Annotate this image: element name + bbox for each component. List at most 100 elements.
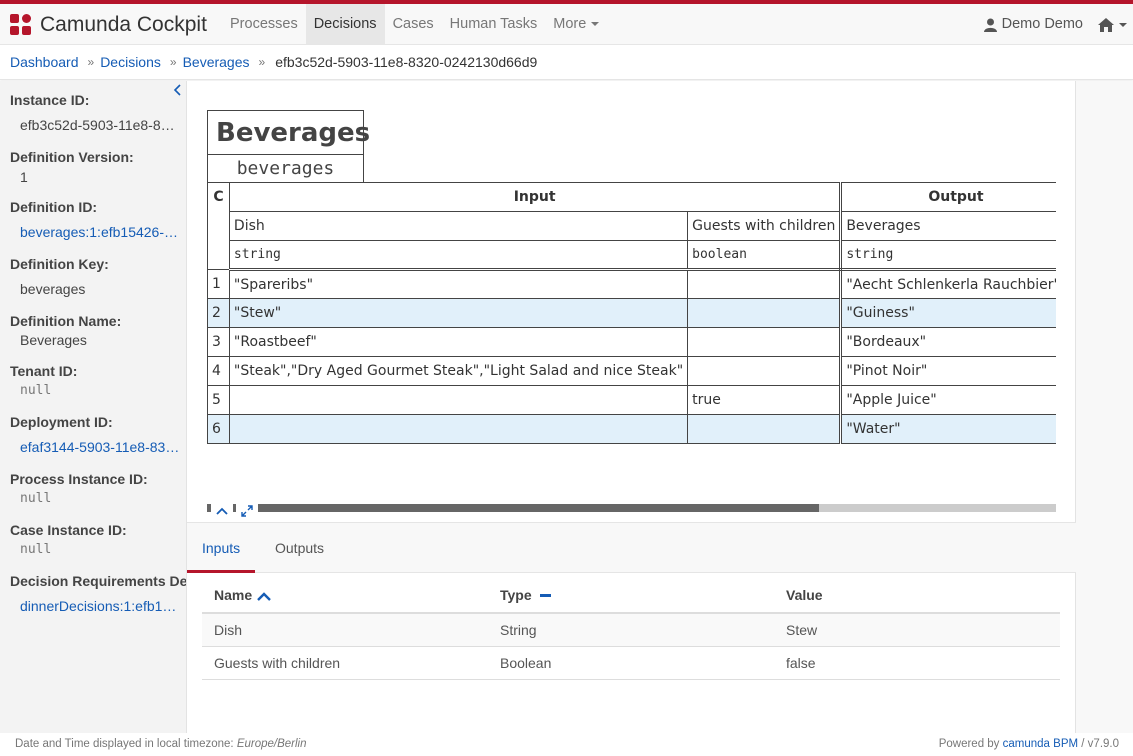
field-label: Definition Name: bbox=[10, 313, 122, 329]
field-value: beverages bbox=[20, 281, 86, 297]
home-menu[interactable] bbox=[1098, 4, 1127, 45]
breadcrumb: Dashboard » Decisions » Beverages » efb3… bbox=[0, 45, 1133, 80]
field-instance-id: Instance ID: efb3c52d-5903-11e8-8320-024… bbox=[10, 92, 182, 133]
field-label: Instance ID: bbox=[10, 92, 90, 108]
expand-icon bbox=[241, 505, 253, 517]
field-process-instance-id: Process Instance ID: null bbox=[10, 471, 182, 506]
camunda-link[interactable]: camunda BPM bbox=[1003, 738, 1078, 750]
column-header-name[interactable]: Name bbox=[202, 577, 488, 614]
rule-row: 1 "Spareribs" "Aecht Schlenkerla Rauchbi… bbox=[207, 269, 1056, 299]
header-label: Type bbox=[500, 586, 532, 603]
tab-outputs[interactable]: Outputs bbox=[260, 523, 339, 573]
input-header: Input bbox=[228, 182, 843, 212]
input-label: Guests with children bbox=[687, 211, 843, 241]
user-name: Demo Demo bbox=[1001, 16, 1083, 32]
fullscreen-button[interactable] bbox=[236, 500, 258, 522]
rule-input bbox=[687, 414, 843, 444]
rule-input bbox=[687, 298, 843, 328]
input-type: boolean bbox=[687, 240, 843, 271]
timezone-prefix: Date and Time displayed in local timezon… bbox=[15, 738, 234, 750]
tab-inputs[interactable]: Inputs bbox=[187, 523, 256, 573]
rule-number: 4 bbox=[207, 356, 230, 386]
rule-input: "Spareribs" bbox=[228, 269, 689, 299]
decision-name: Beverages bbox=[207, 110, 370, 154]
rule-input: true bbox=[687, 385, 843, 415]
detail-tabs: Inputs Outputs bbox=[187, 522, 1076, 573]
rule-input bbox=[687, 356, 843, 386]
header-label: Value bbox=[786, 586, 823, 603]
field-definition-name: Definition Name: Beverages bbox=[10, 313, 182, 348]
decision-table-viewer[interactable]: Beverages beverages C Input Output Dish … bbox=[207, 110, 1056, 500]
rule-input: "Roastbeef" bbox=[228, 327, 689, 357]
field-label: Definition Key: bbox=[10, 256, 109, 272]
rule-number: 5 bbox=[207, 385, 230, 415]
drd-link[interactable]: dinnerDecisions:1:efb15426-5903-11e8-832… bbox=[20, 598, 182, 614]
variable-name: Dish bbox=[202, 613, 488, 647]
app-title: Camunda Cockpit bbox=[40, 13, 207, 36]
rule-output: "Bordeaux" bbox=[840, 327, 1056, 357]
sort-asc-icon bbox=[257, 592, 271, 601]
collapse-diagram-button[interactable] bbox=[211, 500, 233, 522]
nav-human-tasks[interactable]: Human Tasks bbox=[442, 4, 546, 45]
instance-sidebar: Instance ID: efb3c52d-5903-11e8-8320-024… bbox=[0, 81, 187, 733]
timezone-value: Europe/Berlin bbox=[236, 738, 307, 750]
rule-input: "Stew" bbox=[228, 298, 689, 328]
output-label: Beverages bbox=[840, 211, 1056, 241]
variables-table: Name Type Value Dish String Stew Guests … bbox=[202, 577, 1060, 680]
field-definition-id: Definition ID: beverages:1:efb15426-5903… bbox=[10, 199, 182, 240]
table-row: Dish String Stew bbox=[202, 613, 1060, 647]
breadcrumb-dashboard[interactable]: Dashboard bbox=[10, 54, 79, 70]
nav-more-label: More bbox=[553, 16, 587, 32]
right-gutter bbox=[1076, 81, 1133, 733]
field-case-instance-id: Case Instance ID: null bbox=[10, 522, 182, 557]
breadcrumb-beverages[interactable]: Beverages bbox=[183, 54, 250, 70]
rule-number: 1 bbox=[207, 269, 230, 299]
version-text: / v7.9.0 bbox=[1081, 738, 1119, 750]
column-header-type[interactable]: Type bbox=[488, 577, 774, 614]
field-definition-version: Definition Version: 1 bbox=[10, 149, 182, 185]
main-nav: Processes Decisions Cases Human Tasks Mo… bbox=[222, 4, 607, 45]
header-label: Name bbox=[214, 586, 253, 603]
table-horizontal-scrollbar[interactable] bbox=[207, 504, 1056, 512]
rule-input bbox=[228, 414, 689, 444]
rule-row: 3 "Roastbeef" "Bordeaux" bbox=[207, 327, 1056, 357]
input-type: string bbox=[228, 240, 689, 271]
breadcrumb-decisions[interactable]: Decisions bbox=[100, 54, 161, 70]
brand[interactable]: Camunda Cockpit bbox=[10, 10, 207, 40]
rule-input: "Steak","Dry Aged Gourmet Steak","Light … bbox=[228, 356, 689, 386]
field-value: null bbox=[20, 383, 52, 398]
rule-row: 4 "Steak","Dry Aged Gourmet Steak","Ligh… bbox=[207, 356, 1056, 386]
rule-output: "Water" bbox=[840, 414, 1056, 444]
rule-number: 3 bbox=[207, 327, 230, 357]
nav-more[interactable]: More bbox=[545, 4, 607, 45]
scrollbar-thumb[interactable] bbox=[257, 504, 819, 512]
breadcrumb-separator: » bbox=[258, 55, 266, 69]
rule-row: 5 true "Apple Juice" bbox=[207, 385, 1056, 415]
rule-output: "Apple Juice" bbox=[840, 385, 1056, 415]
field-label: Case Instance ID: bbox=[10, 522, 127, 538]
nav-cases[interactable]: Cases bbox=[385, 4, 442, 45]
deployment-id-link[interactable]: efaf3144-5903-11e8-8320-0242130d66d9 bbox=[20, 439, 182, 455]
decision-id: beverages bbox=[207, 154, 364, 182]
field-definition-key: Definition Key: beverages bbox=[10, 256, 182, 297]
input-label: Dish bbox=[228, 211, 689, 241]
output-header: Output bbox=[840, 182, 1056, 212]
rule-input bbox=[228, 385, 689, 415]
variable-name: Guests with children bbox=[202, 646, 488, 680]
powered-by: Powered by camunda BPM / v7.9.0 bbox=[939, 738, 1119, 750]
nav-processes[interactable]: Processes bbox=[222, 4, 306, 45]
field-label: Decision Requirements Definition: bbox=[10, 573, 186, 589]
camunda-logo-icon bbox=[10, 14, 32, 36]
user-menu[interactable]: Demo Demo bbox=[983, 4, 1083, 45]
footer: Date and Time displayed in local timezon… bbox=[0, 733, 1133, 756]
field-value: null bbox=[20, 542, 52, 557]
nav-decisions[interactable]: Decisions bbox=[305, 4, 385, 45]
column-header-value[interactable]: Value bbox=[774, 577, 1060, 614]
caret-down-icon bbox=[591, 22, 600, 27]
definition-id-link[interactable]: beverages:1:efb15426-5903-11e8-8320-0242… bbox=[20, 224, 182, 240]
rule-output: "Aecht Schlenkerla Rauchbier" bbox=[840, 269, 1056, 299]
tab-label: Inputs bbox=[202, 540, 241, 556]
rule-row-matched: 2 "Stew" "Guiness" bbox=[207, 298, 1056, 328]
rule-output: "Pinot Noir" bbox=[840, 356, 1056, 386]
sort-none-icon bbox=[539, 594, 551, 598]
